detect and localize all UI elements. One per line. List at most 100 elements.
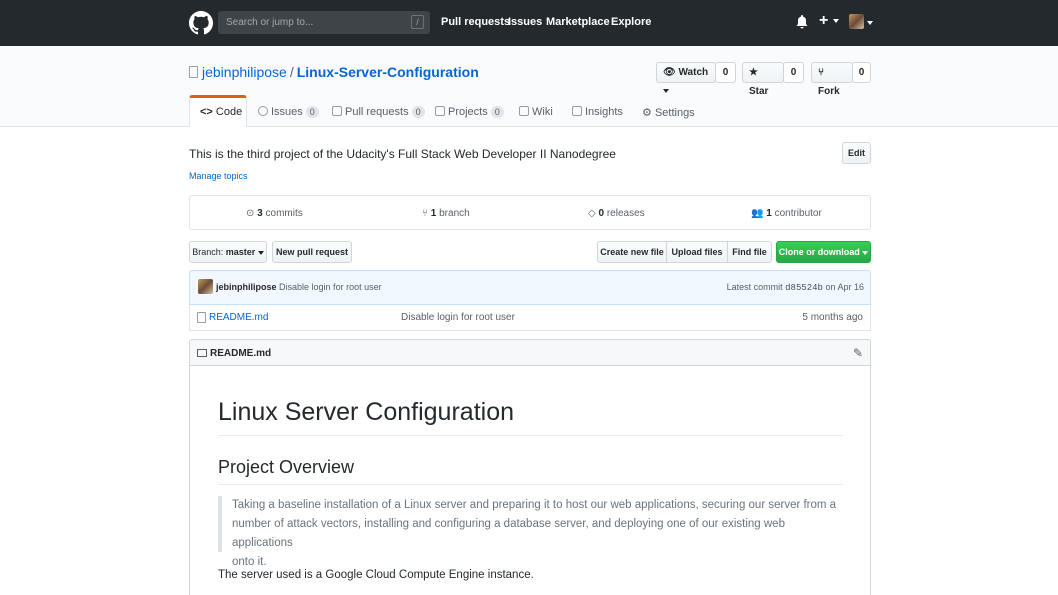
readme-header: README.md ✎ [189, 339, 871, 366]
readme-heading-2: Project Overview [218, 457, 355, 477]
issue-opened-icon [258, 106, 268, 116]
pull-requests-counter: 0 [411, 106, 425, 118]
nav-issues[interactable]: Issues [508, 16, 542, 28]
heading-divider [218, 484, 843, 485]
nav-explore[interactable]: Explore [611, 16, 651, 28]
tab-insights-label: Insights [585, 106, 623, 118]
clone-or-download-button[interactable]: Clone or download [776, 241, 871, 263]
nav-marketplace[interactable]: Marketplace [546, 16, 610, 28]
upload-files-button[interactable]: Upload files [666, 241, 728, 263]
commits-link[interactable]: ⊙ 3 commits [246, 208, 303, 219]
star-label: Star [749, 86, 769, 97]
fork-label: Fork [818, 86, 840, 97]
global-header: Search or jump to... / Pull requests Iss… [0, 0, 1058, 46]
releases-label: releases [606, 208, 645, 219]
eye-icon: 👁 [663, 67, 676, 78]
star-icon: ★ [749, 67, 758, 78]
branches-link[interactable]: ⑂ 1 branch [422, 208, 470, 219]
repo-title-separator: / [289, 64, 294, 80]
commit-author-link[interactable]: jebinphilipose [216, 282, 277, 292]
readme-content: Linux Server Configuration Project Overv… [189, 366, 871, 595]
user-avatar[interactable] [849, 14, 864, 29]
watch-count[interactable]: 0 [715, 62, 736, 83]
repo-name-link[interactable]: Linux-Server-Configuration [297, 64, 479, 80]
repository-header: jebinphilipose / Linux-Server-Configuratio… [0, 46, 1058, 127]
tab-pull-requests[interactable]: Pull requests 0 [332, 106, 425, 118]
repo-summary-bar: ⊙ 3 commits ⑂ 1 branch ◇ 0 releases 👥 1 … [189, 195, 871, 230]
gear-icon: ⚙ [642, 107, 652, 119]
search-input[interactable]: Search or jump to... / [218, 11, 430, 34]
nav-pull-requests[interactable]: Pull requests [441, 16, 510, 28]
git-branch-icon: ⑂ [422, 208, 428, 219]
branch-select-label: Branch: [192, 247, 224, 257]
tab-settings-label: Settings [654, 107, 695, 119]
readme-title: README.md [210, 348, 272, 359]
star-count[interactable]: 0 [783, 62, 804, 83]
tab-wiki[interactable]: Wiki [519, 106, 553, 118]
create-new-file-button[interactable]: Create new file [597, 241, 667, 263]
file-commit-message-link[interactable]: Disable login for root user [401, 312, 515, 323]
people-icon: 👥 [751, 208, 764, 219]
commit-author-avatar[interactable] [198, 279, 213, 294]
project-icon [435, 106, 445, 116]
fork-count[interactable]: 0 [852, 62, 871, 83]
commit-message-link[interactable]: Disable login for root user [279, 282, 382, 292]
heading-divider [218, 435, 843, 436]
readme-paragraph: The server used is a Google Cloud Comput… [218, 569, 534, 581]
tab-insights[interactable]: Insights [572, 106, 623, 118]
commit-date: on Apr 16 [825, 282, 864, 292]
chevron-down-icon [862, 250, 869, 255]
clone-label: Clone or download [778, 247, 860, 257]
tab-issues-label: Issues [271, 106, 303, 118]
commits-label: commits [265, 208, 303, 219]
code-icon: <> [200, 106, 213, 118]
file-age: 5 months ago [802, 312, 863, 323]
tab-settings[interactable]: ⚙ Settings [642, 106, 695, 119]
file-list-row: README.md Disable login for root user 5 … [189, 305, 871, 331]
readme-heading-1: Linux Server Configuration [218, 398, 514, 426]
file-name-link[interactable]: README.md [209, 312, 268, 323]
graph-icon [572, 106, 582, 116]
watch-label: Watch [678, 67, 709, 78]
github-logo-icon[interactable] [189, 11, 213, 35]
new-pull-request-button[interactable]: New pull request [272, 241, 352, 263]
readme-blockquote: Taking a baseline installation of a Linu… [218, 496, 843, 568]
branch-select-value: master [225, 247, 256, 257]
issues-counter: 0 [305, 106, 319, 118]
latest-commit-info: Latest commit d85524b on Apr 16 [727, 282, 864, 293]
chevron-down-icon [257, 250, 264, 255]
contributor-count: 1 [766, 208, 772, 219]
releases-count: 0 [598, 208, 605, 219]
contributors-link[interactable]: 👥 1 contributor [751, 208, 822, 219]
repo-owner-link[interactable]: jebinphilipose [202, 64, 287, 80]
find-file-button[interactable]: Find file [727, 241, 772, 263]
pencil-icon[interactable]: ✎ [853, 346, 863, 360]
projects-counter: 0 [490, 106, 504, 118]
branch-select-button[interactable]: Branch: master [189, 241, 267, 263]
search-shortcut-key: / [411, 15, 424, 29]
book-icon [519, 106, 529, 116]
tab-issues[interactable]: Issues 0 [258, 106, 319, 118]
repo-description: This is the third project of the Udacity… [189, 147, 616, 161]
fork-icon: ⑂ [818, 67, 824, 78]
avatar-menu-chevron-icon[interactable] [867, 21, 873, 25]
chevron-down-icon [663, 89, 669, 94]
releases-link[interactable]: ◇ 0 releases [588, 208, 645, 219]
tab-projects-label: Projects [448, 106, 488, 118]
star-button[interactable]: ★ Star [742, 62, 784, 97]
commit-summary: jebinphilipose Disable login for root us… [216, 282, 382, 292]
tab-code[interactable]: <> Code [200, 106, 242, 118]
tab-projects[interactable]: Projects 0 [435, 106, 504, 118]
watch-button[interactable]: 👁 Watch [656, 62, 716, 94]
notifications-bell-icon[interactable] [796, 15, 808, 29]
fork-button[interactable]: ⑂ Fork [811, 62, 853, 97]
git-pull-request-icon [332, 106, 342, 116]
chevron-down-icon [832, 18, 839, 23]
search-placeholder: Search or jump to... [226, 17, 314, 28]
manage-topics-link[interactable]: Manage topics [189, 171, 248, 181]
commits-count: 3 [257, 208, 263, 219]
quote-line: Taking a baseline installation of a Linu… [232, 499, 837, 511]
commit-sha-link[interactable]: d85524b [785, 283, 823, 293]
edit-description-button[interactable]: Edit [842, 142, 871, 164]
create-new-plus-icon[interactable]: + [819, 13, 839, 29]
